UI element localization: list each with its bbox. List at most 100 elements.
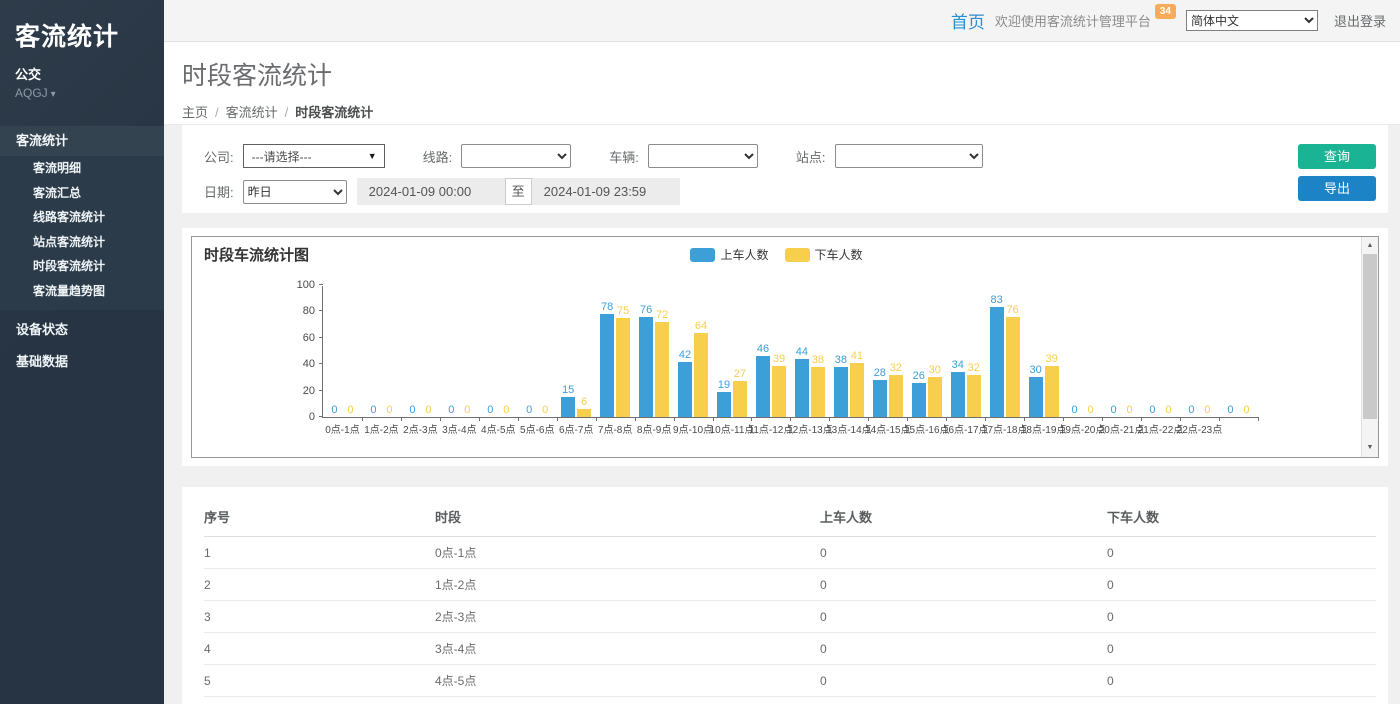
chart-category-slot: 001点-2点 [362,286,401,417]
org-name: 公交 [15,64,164,83]
date-preset-select[interactable]: 昨日 [243,180,347,204]
sidebar-subitem[interactable]: 客流汇总 [0,181,164,206]
chart-bar [678,362,692,417]
table-cell: 0 [1107,569,1376,601]
chart-bar [912,383,926,417]
chart-category-slot: 384113点-14点 [829,286,868,417]
y-axis-tick-label: 20 [303,385,315,397]
y-axis-tick-mark [319,284,323,285]
chart-bar [951,372,965,417]
bar-column: 19 [717,379,731,417]
chart-legend: 上车人数下车人数 [192,246,1361,263]
sidebar-subitem[interactable]: 站点客流统计 [0,230,164,255]
bar-column: 0 [1107,404,1121,417]
legend-item[interactable]: 下车人数 [785,246,863,263]
legend-item[interactable]: 上车人数 [690,246,768,263]
bar-value-label: 0 [1110,404,1116,416]
bar-value-label: 0 [503,404,509,416]
page-title: 时段客流统计 [182,56,1400,92]
chart-bar [694,333,708,417]
chart-bar [717,392,731,417]
sidebar-subitem[interactable]: 时段客流统计 [0,254,164,279]
x-axis-tick-mark [479,417,480,421]
sidebar-item-base-data[interactable]: 基础数据 [0,346,164,378]
date-from-input[interactable]: 2024-01-09 00:00 [357,178,505,205]
scroll-up-icon[interactable]: ▲ [1362,237,1378,253]
col-header-index: 序号 [204,497,435,537]
chart-scrollbar[interactable]: ▲ ▼ [1361,237,1378,457]
sidebar-subitem[interactable]: 客流量趋势图 [0,279,164,304]
bar-value-label: 15 [562,384,574,396]
table-cell: 0 [820,633,1107,665]
sidebar-item-passenger-stats[interactable]: 客流统计 [0,126,164,156]
bar-value-label: 44 [796,346,808,358]
table-cell: 0 [1107,537,1376,569]
bar-value-label: 78 [601,301,613,313]
org-selector[interactable]: AQGJ▾ [15,86,164,100]
x-axis-tick-mark [518,417,519,421]
chart-bar [967,375,981,417]
table-cell: 1点-2点 [435,569,820,601]
table-cell: 0点-1点 [435,537,820,569]
x-axis-tick-mark [1258,417,1259,421]
bar-value-label: 38 [812,354,824,366]
table-cell: 0 [1107,633,1376,665]
bar-value-label: 76 [640,304,652,316]
search-button[interactable]: 查询 [1298,144,1376,169]
company-select[interactable]: ---请选择--- ▼ [243,144,385,168]
sidebar-subitem[interactable]: 客流明细 [0,156,164,181]
chart-bar [811,367,825,417]
bar-value-label: 0 [526,404,532,416]
filter-row-1: 公司: ---请选择--- ▼ 线路: 车辆: 站点: [204,144,1388,168]
table-cell: 3 [204,601,435,633]
breadcrumb-home[interactable]: 主页 [182,105,208,120]
logout-link[interactable]: 退出登录 [1334,11,1386,30]
date-to-input[interactable]: 2024-01-09 23:59 [532,178,680,205]
bar-value-label: 64 [695,320,707,332]
sidebar-item-device-status[interactable]: 设备状态 [0,314,164,346]
language-select[interactable]: 简体中文 [1186,10,1318,31]
bar-value-label: 30 [1030,364,1042,376]
bar-column: 32 [967,362,981,417]
topbar: 首页 欢迎使用客流统计管理平台 34 简体中文 退出登录 [164,0,1400,42]
vehicle-select[interactable] [648,144,758,168]
bar-column: 41 [850,350,864,417]
export-button[interactable]: 导出 [1298,176,1376,201]
bar-column: 0 [1239,404,1253,417]
table-cell: 2 [204,569,435,601]
chart-category-slot: 42649点-10点 [674,286,713,417]
bar-value-label: 19 [718,379,730,391]
x-axis-tick-label: 22点-23点 [1177,421,1223,436]
bar-value-label: 75 [617,305,629,317]
line-select[interactable] [461,144,571,168]
scrollbar-thumb[interactable] [1363,254,1377,419]
home-link[interactable]: 首页 [951,8,985,33]
chart-category-slot: 78757点-8点 [596,286,635,417]
bar-column: 38 [811,354,825,417]
bar-value-label: 0 [1188,404,1194,416]
bar-value-label: 0 [1227,404,1233,416]
chart-bar [889,375,903,417]
station-select[interactable] [835,144,983,168]
x-axis-tick-mark [635,417,636,421]
bar-column: 0 [1184,404,1198,417]
bar-column: 27 [733,368,747,417]
bar-column: 76 [639,304,653,417]
chart-category-slot: 00 [1219,286,1258,417]
chart-category-slot: 0021点-22点 [1141,286,1180,417]
chart-category-slot: 283214点-15点 [868,286,907,417]
table-cell: 5点-6点 [435,697,820,704]
caret-down-icon: ▾ [51,89,56,100]
page-header: 时段客流统计 主页/客流统计/时段客流统计 [164,42,1400,125]
scroll-down-icon[interactable]: ▼ [1362,439,1378,455]
breadcrumb-passenger-stats[interactable]: 客流统计 [226,105,278,120]
bar-column: 15 [561,384,575,417]
bar-column: 26 [912,370,926,417]
chart-bar [834,367,848,417]
chart-category-slot: 76728点-9点 [635,286,674,417]
bar-value-label: 46 [757,343,769,355]
sidebar-subitem[interactable]: 线路客流统计 [0,205,164,230]
bar-column: 0 [366,404,380,417]
x-axis-tick-mark [1219,417,1220,421]
bar-column: 28 [873,367,887,417]
